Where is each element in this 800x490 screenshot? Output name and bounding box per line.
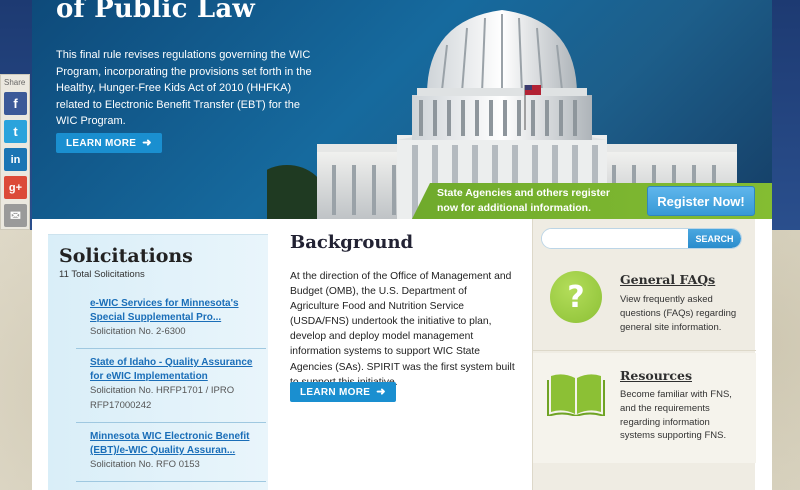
search-button[interactable]: SEARCH <box>688 229 741 248</box>
general-faqs-link[interactable]: General FAQs <box>620 272 715 287</box>
facebook-icon[interactable]: f <box>4 92 27 115</box>
email-icon[interactable]: ✉ <box>4 204 27 227</box>
background-learn-more-button[interactable]: LEARN MORE ➜ <box>290 382 396 402</box>
general-faqs-description: View frequently asked questions (FAQs) r… <box>620 294 737 333</box>
search-box: SEARCH <box>541 228 742 249</box>
general-faqs-panel: ? General FAQs View frequently asked que… <box>533 255 756 351</box>
solicitation-number: Solicitation No. 2-6300 <box>90 326 186 337</box>
right-sidebar: SEARCH ? General FAQs View frequently as… <box>532 219 756 490</box>
search-input[interactable] <box>542 229 689 248</box>
google-plus-icon[interactable]: g+ <box>4 176 27 199</box>
arrow-right-icon: ➜ <box>142 136 152 149</box>
solicitation-link[interactable]: e-WIC Services for Minnesota's Special S… <box>90 297 260 325</box>
resources-link[interactable]: Resources <box>620 368 692 383</box>
share-label: Share <box>4 78 26 87</box>
share-bar: Share f t in g+ ✉ <box>0 74 30 230</box>
solicitations-title: Solicitations <box>59 245 193 267</box>
linkedin-icon[interactable]: in <box>4 148 27 171</box>
hero-learn-more-button[interactable]: LEARN MORE ➜ <box>56 133 162 153</box>
solicitation-link[interactable]: State of Idaho - Quality Assurance for e… <box>90 356 260 384</box>
hero-learn-more-label: LEARN MORE <box>66 137 137 149</box>
register-now-button[interactable]: Register Now! <box>647 186 755 216</box>
solicitations-panel: Solicitations 11 Total Solicitations e-W… <box>48 234 268 490</box>
solicitation-number: Solicitation No. HRFP1701 / IPRO RFP1700… <box>90 385 235 411</box>
divider <box>76 481 266 482</box>
hero-description: This final rule revises regulations gove… <box>56 49 312 127</box>
resources-panel: Resources Become familiar with FNS, and … <box>533 353 756 463</box>
hero-title: of Public Law <box>56 0 255 24</box>
background-title: Background <box>290 232 414 253</box>
solicitation-item: e-WIC Services for Minnesota's Special S… <box>90 297 260 340</box>
solicitation-link[interactable]: Minnesota WIC Electronic Benefit (EBT)/e… <box>90 430 260 458</box>
hero-banner: of Public Law This final rule revises re… <box>32 0 772 219</box>
arrow-right-icon: ➜ <box>376 385 386 398</box>
background-text: At the direction of the Office of Manage… <box>290 271 515 388</box>
outer-banner-right <box>772 0 800 230</box>
solicitations-count: 11 Total Solicitations <box>59 269 145 280</box>
main-container: of Public Law This final rule revises re… <box>32 0 772 490</box>
question-mark-icon: ? <box>550 271 602 323</box>
open-book-icon <box>547 374 605 416</box>
solicitation-item: State of Idaho - Quality Assurance for e… <box>90 356 260 413</box>
solicitation-number: Solicitation No. RFO 0153 <box>90 459 200 470</box>
twitter-icon[interactable]: t <box>4 120 27 143</box>
divider <box>76 422 266 423</box>
resources-description: Become familiar with FNS, and the requir… <box>620 389 732 442</box>
background-learn-more-label: LEARN MORE <box>300 386 371 398</box>
solicitation-item: Minnesota WIC Electronic Benefit (EBT)/e… <box>90 430 260 473</box>
divider <box>76 348 266 349</box>
register-text: State Agencies and others register now f… <box>437 187 610 214</box>
background-section: Background At the direction of the Offic… <box>290 232 515 402</box>
